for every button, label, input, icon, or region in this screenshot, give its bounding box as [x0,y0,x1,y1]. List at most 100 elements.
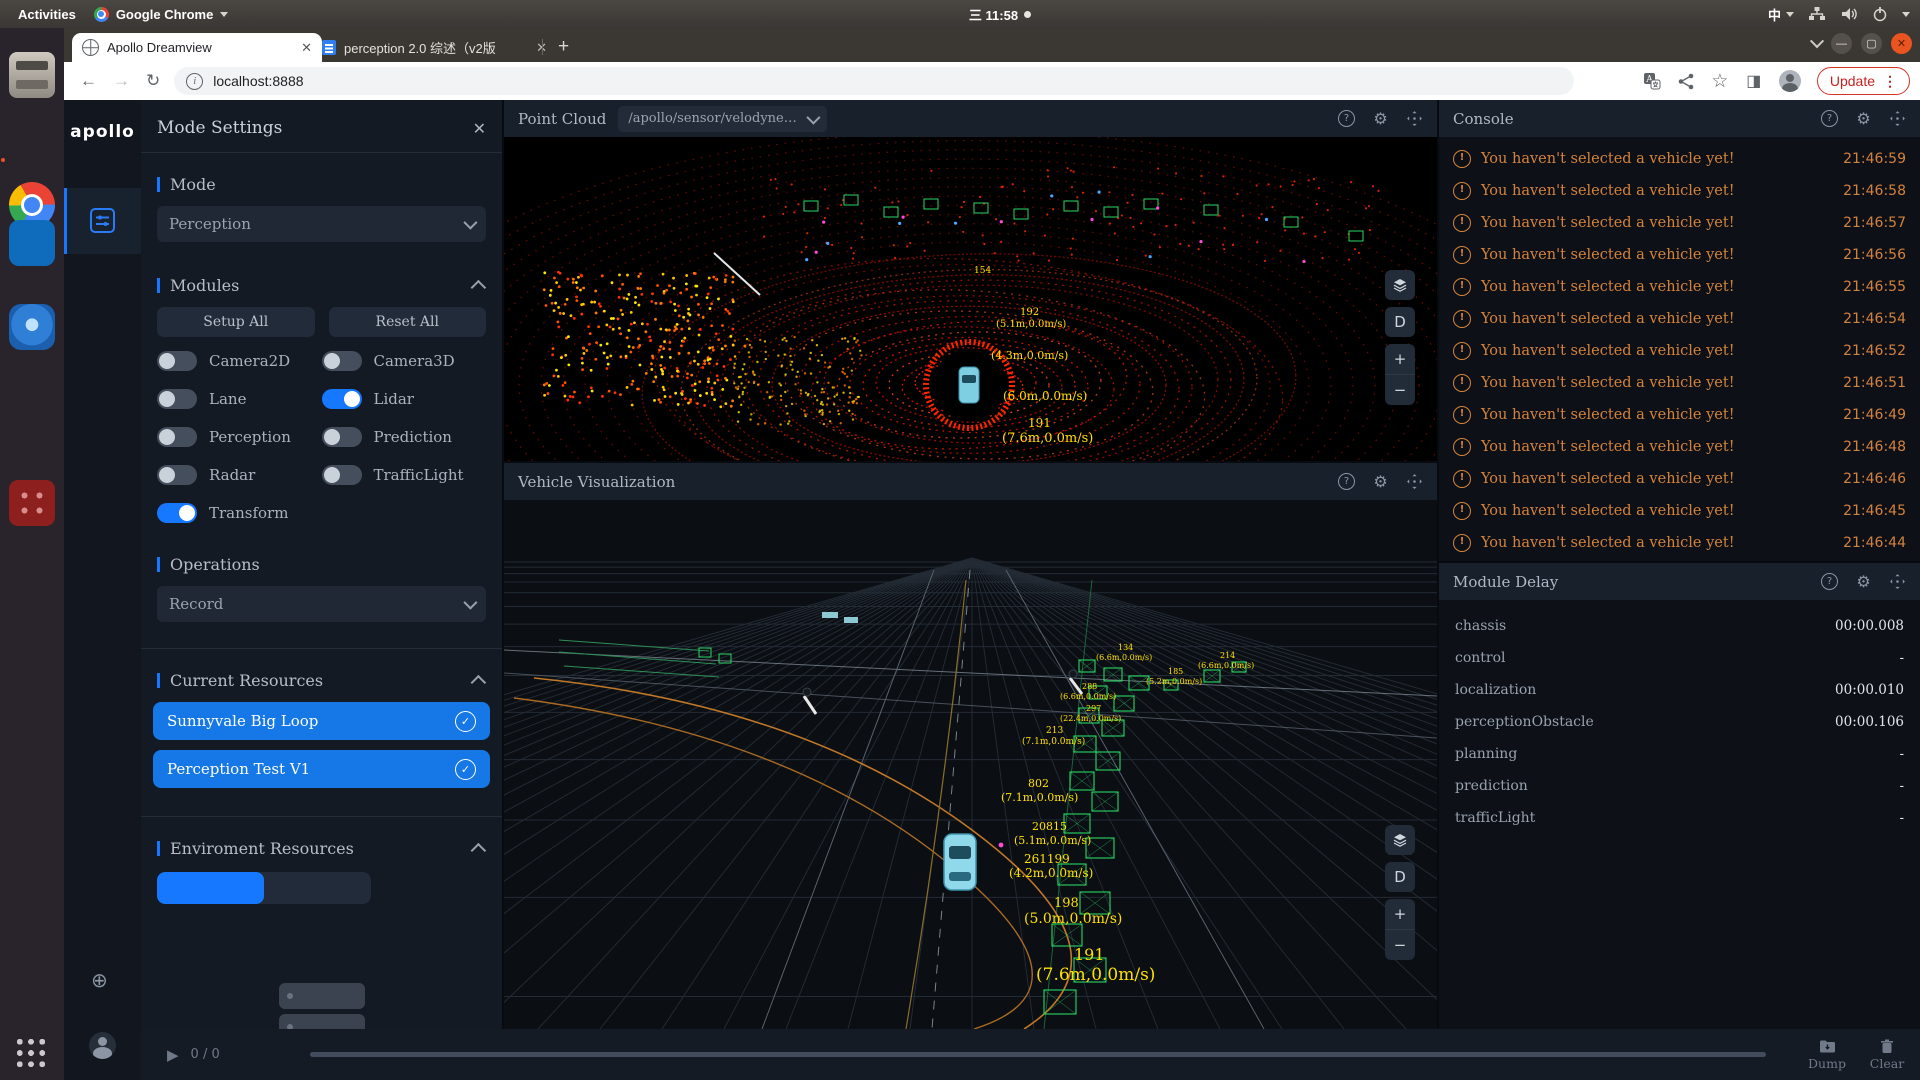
site-info-icon[interactable]: i [186,73,203,90]
show-applications-button[interactable] [14,1036,48,1070]
module-toggle-row: Lidar [322,389,487,409]
reload-icon[interactable]: ↻ [146,71,160,91]
console-entry: ! You haven't selected a vehicle yet! 21… [1439,431,1920,463]
vehicle-viz-canvas[interactable]: 134(6.6m,0.0m/s)214(6.6m,0.0m/s)185(5.2m… [504,500,1437,1029]
zoom-out-button[interactable]: − [1385,374,1415,405]
fullscreen-move-icon[interactable] [1889,573,1906,590]
settings-gear-icon[interactable]: ⚙ [1372,110,1389,127]
side-panel-icon[interactable]: ◨ [1745,71,1763,91]
resource-item[interactable]: Sunnyvale Big Loop ✓ [153,702,490,740]
module-delay-value: - [1899,778,1904,794]
tab-search-chevron[interactable] [1810,34,1824,48]
help-icon[interactable]: ? [1338,110,1355,127]
point-cloud-canvas[interactable]: 154192(5.1m,0.0m/s)(4.3m,0.0m/s)(6.0m,0.… [504,137,1437,461]
zoom-out-button[interactable]: − [1385,929,1415,960]
module-toggle-switch[interactable] [322,427,362,447]
setup-all-button[interactable]: Setup All [157,307,315,337]
share-icon[interactable] [1677,73,1695,90]
layers-button[interactable] [1385,270,1415,300]
collapse-icon[interactable] [471,843,487,859]
nav-item-mode-settings[interactable] [64,188,141,254]
module-toggle-switch[interactable] [157,503,197,523]
current-resources-label: Current Resources [157,671,486,690]
help-icon[interactable]: ? [1821,573,1838,590]
settings-gear-icon[interactable]: ⚙ [1372,473,1389,490]
translate-icon[interactable]: A [1643,72,1661,90]
warning-icon: ! [1453,150,1471,168]
module-toggle-switch[interactable] [157,389,197,409]
collapse-icon[interactable] [471,675,487,691]
help-icon[interactable]: ? [1821,110,1838,127]
volume-icon[interactable] [1840,6,1858,22]
module-toggle-switch[interactable] [157,465,197,485]
input-method-indicator[interactable]: 中 [1768,5,1794,24]
network-icon[interactable] [1808,6,1826,22]
activities-button[interactable]: Activities [0,7,94,22]
clear-button[interactable]: Clear [1860,1039,1914,1071]
power-icon[interactable] [1872,6,1888,22]
app-menu[interactable]: Google Chrome [94,7,229,22]
console-entry: ! You haven't selected a vehicle yet! 21… [1439,399,1920,431]
dilation-button[interactable]: D [1385,862,1415,892]
zoom-in-button[interactable]: + [1385,899,1415,929]
module-toggle-switch[interactable] [322,389,362,409]
svg-text:(6.0m,0.0m/s): (6.0m,0.0m/s) [1003,389,1087,403]
operations-select[interactable]: Record [157,586,486,622]
console-list[interactable]: ! You haven't selected a vehicle yet! 21… [1439,137,1920,559]
dilation-button[interactable]: D [1385,307,1415,337]
chevron-down-icon [463,596,477,610]
warning-icon: ! [1453,438,1471,456]
dock-icon-red-grid-app[interactable] [9,480,55,526]
resource-label: Perception Test V1 [167,760,310,778]
dock-icon-cyber-tool[interactable] [9,304,55,350]
minimize-button[interactable]: — [1831,33,1852,54]
bookmark-star-icon[interactable]: ☆ [1711,70,1729,93]
layers-button[interactable] [1385,825,1415,855]
module-toggle-switch[interactable] [157,427,197,447]
user-avatar[interactable] [89,1032,116,1059]
help-icon[interactable]: ? [1338,473,1355,490]
tab-apollo-dreamview[interactable]: Apollo Dreamview ✕ [72,33,322,62]
warning-icon: ! [1453,310,1471,328]
dump-button[interactable]: Dump [1800,1039,1854,1071]
module-toggle-switch[interactable] [322,465,362,485]
resource-item[interactable]: Perception Test V1 ✓ [153,750,490,788]
divider [141,816,502,817]
forward-icon[interactable]: → [113,71,130,91]
module-toggle-switch[interactable] [157,351,197,371]
env-resource-tab[interactable] [157,872,264,904]
dock-icon-vscode[interactable] [9,220,55,266]
tab-perception-doc[interactable]: perception 2.0 综述（v2版 ✕ [312,33,557,62]
kebab-menu-icon[interactable]: ⋮ [1883,73,1897,90]
module-toggle-switch[interactable] [322,351,362,371]
clock[interactable]: 三 11:58 [930,5,1070,24]
frame-counter: 0 / 0 [191,1047,220,1062]
mode-select[interactable]: Perception [157,206,486,242]
close-icon[interactable]: ✕ [473,119,486,138]
address-bar[interactable]: i localhost:8888 [174,67,1574,95]
playback-progress-bar[interactable] [310,1052,1766,1057]
console-timestamp: 21:46:49 [1843,407,1906,423]
reset-all-button[interactable]: Reset All [329,307,487,337]
vehicle-viz-title: Vehicle Visualization [518,473,675,491]
close-button[interactable]: ✕ [1891,33,1912,54]
dock-icon-archive[interactable] [9,52,55,98]
svg-text:(5.1m,0.0m/s): (5.1m,0.0m/s) [996,319,1066,330]
fullscreen-move-icon[interactable] [1889,110,1906,127]
collapse-icon[interactable] [471,280,487,296]
back-icon[interactable]: ← [80,71,97,91]
update-button[interactable]: Update ⋮ [1817,67,1910,95]
new-tab-button[interactable]: + [558,36,569,58]
profile-avatar[interactable] [1779,70,1801,92]
add-panel-icon[interactable]: ⊕ [91,968,108,992]
settings-gear-icon[interactable]: ⚙ [1855,573,1872,590]
tab-close-icon[interactable]: ✕ [301,40,312,56]
fullscreen-move-icon[interactable] [1406,473,1423,490]
play-button[interactable]: ▶ [167,1046,179,1064]
fullscreen-move-icon[interactable] [1406,110,1423,127]
zoom-in-button[interactable]: + [1385,344,1415,374]
env-resource-tab[interactable] [264,872,371,904]
settings-gear-icon[interactable]: ⚙ [1855,110,1872,127]
maximize-button[interactable]: ▢ [1861,33,1882,54]
point-cloud-topic-select[interactable]: /apollo/sensor/velodyne… [618,106,826,132]
